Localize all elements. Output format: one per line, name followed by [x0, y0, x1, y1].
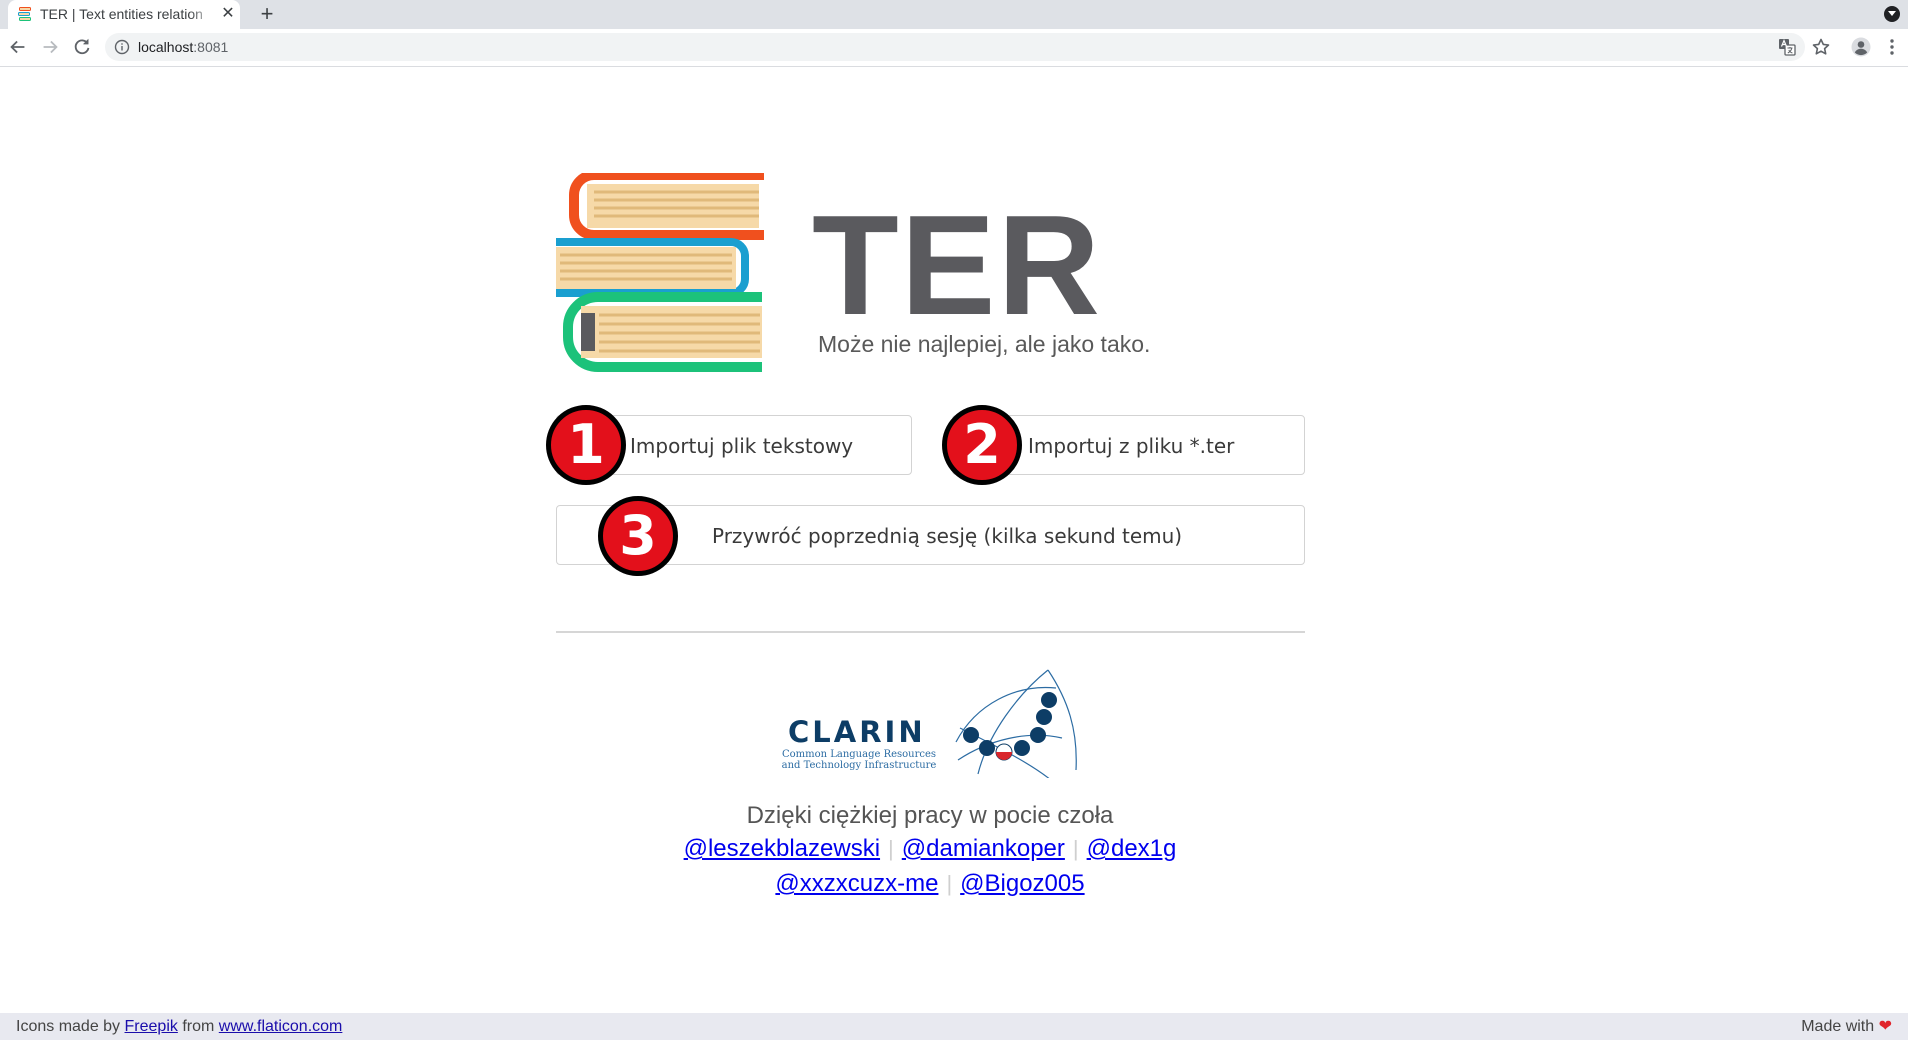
url-port: :8081 [193, 39, 229, 55]
link-separator: | [946, 871, 953, 896]
books-logo-icon [556, 173, 764, 372]
author-links-row: @xxzxcuzx-me | @Bigoz005 [0, 869, 1860, 899]
author-link-leszekblazewski[interactable]: @leszekblazewski [684, 835, 880, 862]
author-link-bigoz005[interactable]: @Bigoz005 [960, 870, 1084, 897]
browser-menu-icon[interactable] [1886, 37, 1898, 57]
site-info-icon[interactable] [114, 39, 130, 55]
reload-icon[interactable] [71, 36, 93, 58]
author-links-row: @leszekblazewski | @damiankoper | @dex1g [0, 834, 1860, 864]
author-link-xxzxcuzx-me[interactable]: @xxzxcuzx-me [775, 870, 938, 897]
flaticon-link[interactable]: www.flaticon.com [219, 1018, 343, 1035]
step-1-badge: 1 [546, 405, 626, 485]
address-bar[interactable]: localhost:8081 [105, 33, 1805, 61]
browser-tab-strip: TER | Text entities relation ✕ + [0, 0, 1908, 29]
freepik-link[interactable]: Freepik [125, 1018, 178, 1035]
app-tagline: Może nie najlepiej, ale jako tako. [818, 331, 1151, 357]
made-with-label: Made with [1801, 1018, 1875, 1035]
step-2-badge: 2 [942, 405, 1022, 485]
browser-tab[interactable]: TER | Text entities relation ✕ [8, 0, 240, 29]
clarin-subtitle: Common Language Resources and Technology… [781, 749, 937, 771]
divider [556, 631, 1305, 633]
author-link-dex1g[interactable]: @dex1g [1087, 835, 1177, 862]
books-favicon-icon [18, 7, 31, 21]
link-separator: | [1072, 836, 1079, 861]
import-ter-file-label: Importuj z pliku *.ter [1028, 434, 1235, 458]
link-separator: | [888, 836, 894, 861]
forward-arrow-icon[interactable] [39, 36, 61, 58]
made-with-text: Made with ❤ [1801, 1018, 1892, 1036]
back-arrow-icon[interactable] [7, 36, 29, 58]
profile-avatar-icon[interactable] [1851, 37, 1871, 57]
heart-icon: ❤ [1878, 1018, 1892, 1035]
tab-title: TER | Text entities relation [40, 6, 203, 22]
import-text-file-label: Importuj plik tekstowy [630, 434, 854, 458]
author-link-damiankoper[interactable]: @damiankoper [902, 835, 1065, 862]
browser-toolbar: localhost:8081 [0, 29, 1908, 67]
attribution-prefix: Icons made by [16, 1018, 121, 1035]
close-tab-icon[interactable]: ✕ [220, 5, 236, 23]
url-text[interactable]: localhost:8081 [138, 39, 228, 55]
credits-text: Dzięki ciężkiej pracy w pocie czoła [746, 802, 1114, 829]
bookmark-star-icon[interactable] [1811, 37, 1831, 57]
icon-attribution: Icons made by Freepik from www.flaticon.… [16, 1018, 342, 1036]
translate-icon[interactable] [1778, 38, 1796, 56]
step-3-badge: 3 [598, 496, 678, 576]
app-title: TER [812, 186, 1102, 345]
page-footer: Icons made by Freepik from www.flaticon.… [0, 1013, 1908, 1040]
clarin-wordmark: CLARIN [788, 715, 926, 749]
attribution-from: from [182, 1018, 215, 1035]
restore-session-label: Przywróć poprzednią sesję (kilka sekund … [712, 524, 1183, 548]
tab-search-chevron-icon[interactable] [1884, 6, 1900, 22]
url-host: localhost [138, 39, 194, 55]
new-tab-button[interactable]: + [255, 2, 279, 26]
tab-title-fade [190, 2, 214, 27]
